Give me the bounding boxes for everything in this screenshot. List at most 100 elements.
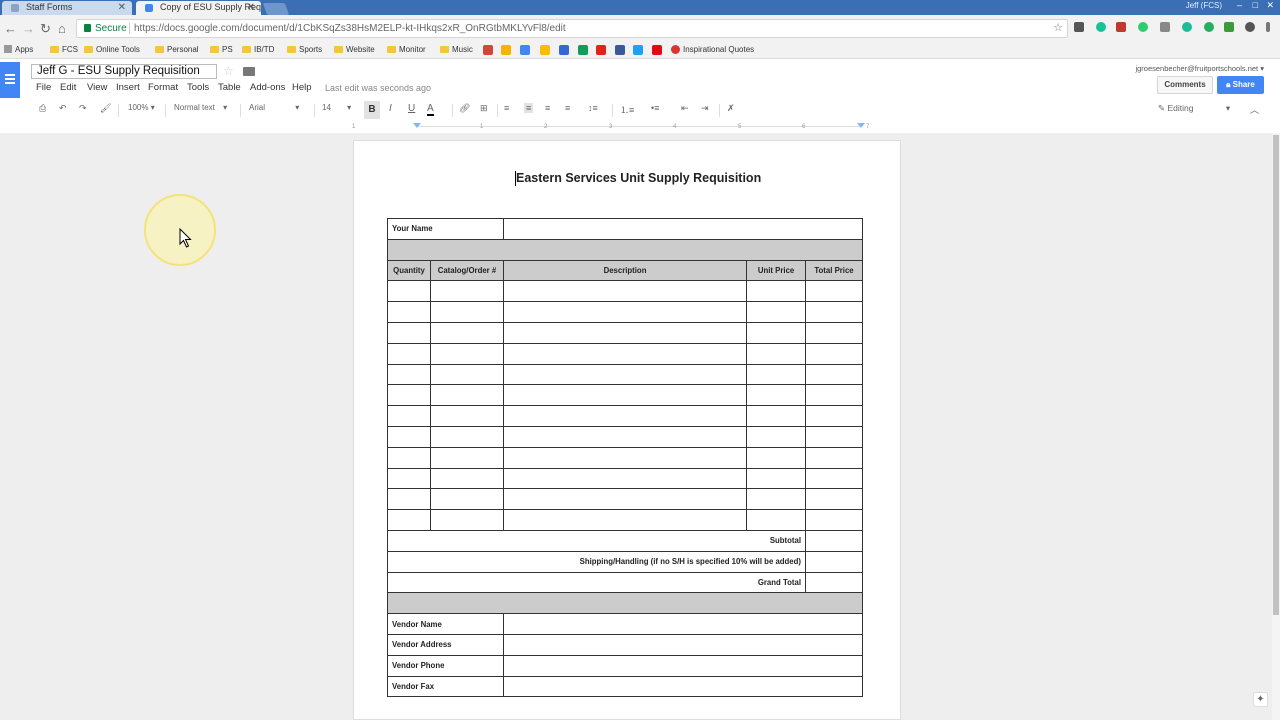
bookmark-music[interactable]: Music [440, 45, 473, 54]
minimize-icon[interactable]: – [1237, 0, 1242, 10]
collapse-icon[interactable]: ︿ [1250, 103, 1259, 116]
vertical-scrollbar[interactable] [1272, 133, 1280, 720]
extension-icon[interactable] [1074, 22, 1084, 32]
bookmark-ps[interactable]: PS [210, 45, 233, 54]
total-price-cell[interactable] [805, 301, 863, 323]
catalog-cell[interactable] [429, 384, 504, 407]
last-edit-status[interactable]: Last edit was seconds ago [325, 83, 431, 93]
subtotal-cell[interactable] [805, 529, 863, 552]
editing-mode-select[interactable]: ✎ Editing ▾ [1158, 103, 1230, 114]
keep-icon[interactable] [540, 45, 550, 55]
quantity-cell[interactable] [387, 321, 431, 344]
numbered-list-icon[interactable]: ⒈≡ [620, 103, 634, 116]
tab-staff-forms[interactable]: Staff Forms ✕ [2, 1, 132, 15]
description-cell[interactable] [502, 467, 748, 490]
bookmark-monitor[interactable]: Monitor [387, 45, 426, 54]
unit-price-cell[interactable] [746, 488, 807, 511]
bookmark-sports[interactable]: Sports [287, 45, 322, 54]
new-tab-button[interactable] [262, 3, 290, 15]
maximize-icon[interactable]: □ [1253, 0, 1258, 10]
extension-icon[interactable] [1138, 22, 1148, 32]
vendor-phone-input[interactable] [502, 654, 864, 677]
unit-price-cell[interactable] [746, 425, 807, 448]
description-cell[interactable] [502, 280, 748, 303]
home-icon[interactable]: ⌂ [58, 21, 66, 36]
menu-tools[interactable]: Tools [187, 82, 209, 93]
description-cell[interactable] [502, 446, 748, 469]
comments-button[interactable]: Comments [1157, 76, 1213, 94]
extension-icon[interactable] [1116, 22, 1126, 32]
description-cell[interactable] [502, 405, 748, 427]
total-price-cell[interactable] [805, 384, 863, 407]
align-right-icon[interactable]: ≡ [545, 103, 550, 113]
description-cell[interactable] [502, 425, 748, 448]
description-cell[interactable] [502, 301, 748, 323]
unit-price-cell[interactable] [746, 446, 807, 469]
explore-icon[interactable]: ✦ [1253, 692, 1268, 707]
print-icon[interactable]: ⎙ [39, 103, 46, 114]
catalog-cell[interactable] [429, 509, 504, 531]
extension-icon[interactable] [1182, 22, 1192, 32]
quantity-cell[interactable] [387, 488, 431, 511]
quantity-cell[interactable] [387, 280, 431, 303]
classroom-icon[interactable] [578, 45, 588, 55]
menu-help[interactable]: Help [292, 82, 312, 93]
total-price-cell[interactable] [805, 342, 863, 365]
quantity-cell[interactable] [387, 467, 431, 490]
font-select[interactable]: Arial ▾ [249, 103, 299, 112]
font-size-select[interactable]: 14 ▾ [322, 103, 351, 112]
justify-icon[interactable]: ≡ [565, 103, 570, 113]
bookmark-fcs[interactable]: FCS [50, 45, 78, 54]
underline-icon[interactable]: U [408, 103, 415, 114]
align-center-icon[interactable]: ≡ [524, 103, 534, 113]
bookmark-online-tools[interactable]: Online Tools [84, 45, 140, 54]
unit-price-cell[interactable] [746, 384, 807, 407]
bookmark-inspirational-quotes[interactable]: Inspirational Quotes [671, 45, 754, 54]
extension-icon[interactable] [1160, 22, 1170, 32]
folder-icon[interactable] [243, 67, 255, 76]
style-select[interactable]: Normal text ▾ [174, 103, 227, 112]
catalog-cell[interactable] [429, 467, 504, 490]
reload-icon[interactable]: ↻ [40, 21, 51, 37]
paint-format-icon[interactable]: 🖌︎ [100, 103, 111, 114]
left-indent-marker[interactable] [413, 123, 421, 128]
calendar-icon[interactable] [520, 45, 530, 55]
undo-icon[interactable]: ↶ [59, 103, 67, 114]
address-bar[interactable]: Secure https://docs.google.com/document/… [76, 19, 1068, 38]
scrollbar-thumb[interactable] [1273, 135, 1279, 615]
shield-icon[interactable] [559, 45, 569, 55]
share-button[interactable]: 🔒︎ Share [1217, 76, 1264, 94]
vendor-address-input[interactable] [502, 633, 864, 656]
redo-icon[interactable]: ↷ [79, 103, 87, 114]
quantity-cell[interactable] [387, 301, 431, 323]
decrease-indent-icon[interactable]: ⇤ [681, 103, 689, 114]
document-heading[interactable]: Eastern Services Unit Supply Requisition [516, 171, 761, 185]
document-name-input[interactable]: Jeff G - ESU Supply Requisition [31, 64, 217, 79]
bookmark-personal[interactable]: Personal [155, 45, 199, 54]
catalog-cell[interactable] [429, 405, 504, 427]
description-cell[interactable] [502, 363, 748, 386]
quantity-cell[interactable] [387, 363, 431, 386]
quantity-cell[interactable] [387, 342, 431, 365]
total-price-cell[interactable] [805, 446, 863, 469]
unit-price-cell[interactable] [746, 342, 807, 365]
quantity-cell[interactable] [387, 425, 431, 448]
total-price-cell[interactable] [805, 488, 863, 511]
gmail-icon[interactable] [483, 45, 493, 55]
total-price-cell[interactable] [805, 467, 863, 490]
align-left-icon[interactable]: ≡ [504, 103, 509, 113]
bookmark-website[interactable]: Website [334, 45, 375, 54]
star-icon[interactable]: ☆ [223, 64, 234, 78]
total-price-cell[interactable] [805, 405, 863, 427]
menu-dots-icon[interactable] [1266, 22, 1270, 32]
unit-price-cell[interactable] [746, 363, 807, 386]
back-icon[interactable]: ← [4, 21, 17, 36]
extension-icon[interactable] [1204, 22, 1214, 32]
url-text[interactable]: https://docs.google.com/document/d/1CbKS… [134, 20, 566, 37]
catalog-cell[interactable] [429, 342, 504, 365]
bulleted-list-icon[interactable]: •≡ [651, 103, 659, 113]
your-name-input[interactable] [502, 218, 864, 240]
catalog-cell[interactable] [429, 321, 504, 344]
profile-name[interactable]: Jeff (FCS) [1186, 1, 1222, 10]
unit-price-cell[interactable] [746, 467, 807, 490]
